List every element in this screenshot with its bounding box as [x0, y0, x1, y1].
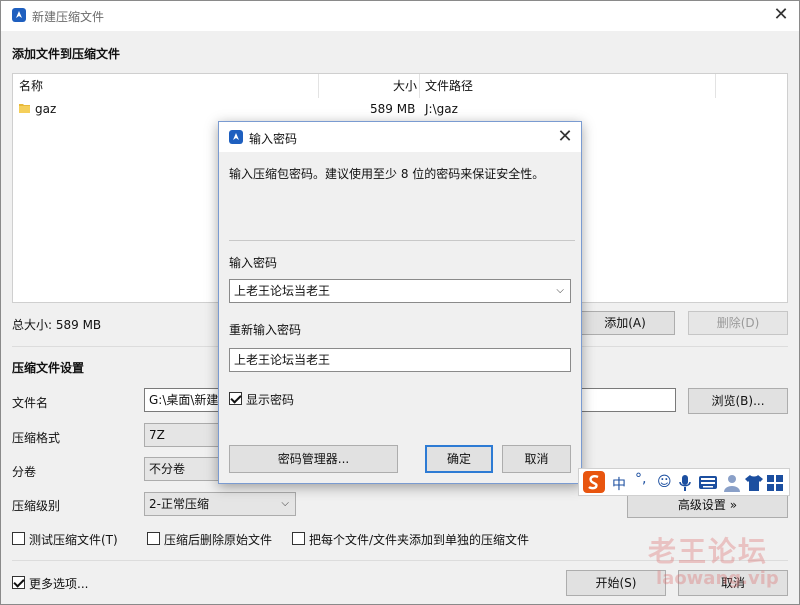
split-label: 分卷: [12, 465, 37, 479]
level-value: 2-正常压缩: [149, 497, 209, 511]
app-icon: [12, 8, 26, 22]
level-label: 压缩级别: [12, 499, 61, 513]
test-archive-label: 测试压缩文件(T): [29, 533, 118, 547]
settings-heading: 压缩文件设置: [12, 361, 85, 375]
dialog-cancel-button[interactable]: 取消: [502, 445, 571, 473]
emoji-icon[interactable]: ☺: [657, 474, 672, 490]
user-icon[interactable]: [723, 474, 741, 492]
folder-icon: [19, 104, 30, 113]
close-icon[interactable]: ✕: [553, 126, 577, 148]
ime-toolbar[interactable]: 中 °, ☺: [578, 468, 790, 496]
punctuation-icon[interactable]: °,: [635, 471, 646, 487]
skin-icon[interactable]: [745, 475, 763, 491]
ok-button[interactable]: 确定: [425, 445, 493, 473]
app-icon: [229, 130, 243, 144]
separate-archives-label: 把每个文件/文件夹添加到单独的压缩文件: [309, 533, 530, 547]
start-button[interactable]: 开始(S): [566, 570, 666, 596]
delete-button[interactable]: 删除(D): [688, 311, 788, 335]
more-options-label: 更多选项...: [29, 577, 89, 591]
file-path: J:\gaz: [425, 102, 458, 116]
show-password-checkbox[interactable]: [229, 392, 242, 405]
confirm-password-input[interactable]: 上老王论坛当老王: [229, 348, 571, 372]
column-size[interactable]: 大小: [393, 74, 417, 98]
total-size: 总大小: 589 MB: [12, 318, 102, 332]
split-select[interactable]: 不分卷: [144, 457, 224, 481]
test-archive-checkbox[interactable]: [12, 532, 25, 545]
separate-archives-checkbox[interactable]: [292, 532, 305, 545]
title-bar: [1, 1, 799, 31]
filename-label: 文件名: [12, 396, 49, 410]
watermark-url: laowang.vip: [656, 568, 779, 589]
split-value: 不分卷: [149, 462, 186, 476]
confirm-password-label: 重新输入密码: [229, 323, 302, 337]
format-select[interactable]: 7Z: [144, 423, 224, 447]
watermark: 老王论坛: [648, 535, 769, 568]
format-label: 压缩格式: [12, 431, 61, 445]
window-title: 新建压缩文件: [32, 10, 105, 24]
keyboard-icon[interactable]: [699, 476, 717, 489]
dialog-description: 输入压缩包密码。建议使用至少 8 位的密码来保证安全性。: [229, 167, 545, 181]
file-size: 589 MB: [370, 102, 416, 116]
password-value: 上老王论坛当老王: [234, 284, 331, 298]
column-path[interactable]: 文件路径: [425, 74, 473, 98]
format-value: 7Z: [149, 428, 165, 442]
more-options-checkbox[interactable]: [12, 576, 25, 589]
dialog-title: 输入密码: [249, 132, 298, 146]
ime-logo-icon: [583, 471, 605, 493]
password-dialog: 输入密码 ✕ 输入压缩包密码。建议使用至少 8 位的密码来保证安全性。 输入密码…: [218, 121, 582, 484]
column-divider: [318, 74, 319, 98]
add-files-heading: 添加文件到压缩文件: [12, 47, 121, 61]
add-button[interactable]: 添加(A): [575, 311, 675, 335]
column-divider: [419, 74, 420, 98]
show-password-label: 显示密码: [246, 393, 295, 407]
column-divider: [715, 74, 716, 98]
file-name[interactable]: gaz: [35, 99, 56, 119]
chevron-down-icon[interactable]: ⌵: [556, 280, 564, 302]
level-select[interactable]: 2-正常压缩 ⌵: [144, 492, 296, 516]
chevron-down-icon: ⌵: [281, 498, 289, 509]
delete-after-label: 压缩后删除原始文件: [164, 533, 273, 547]
close-icon[interactable]: ✕: [770, 5, 792, 25]
divider: [229, 240, 575, 241]
password-label: 输入密码: [229, 256, 278, 270]
delete-after-checkbox[interactable]: [147, 532, 160, 545]
ime-mode[interactable]: 中: [612, 474, 626, 494]
column-name[interactable]: 名称: [19, 74, 43, 98]
toolbox-icon[interactable]: [767, 475, 783, 491]
password-input[interactable]: 上老王论坛当老王 ⌵: [229, 279, 571, 303]
browse-button[interactable]: 浏览(B)...: [688, 388, 788, 414]
microphone-icon[interactable]: [679, 475, 691, 491]
password-manager-button[interactable]: 密码管理器...: [229, 445, 398, 473]
